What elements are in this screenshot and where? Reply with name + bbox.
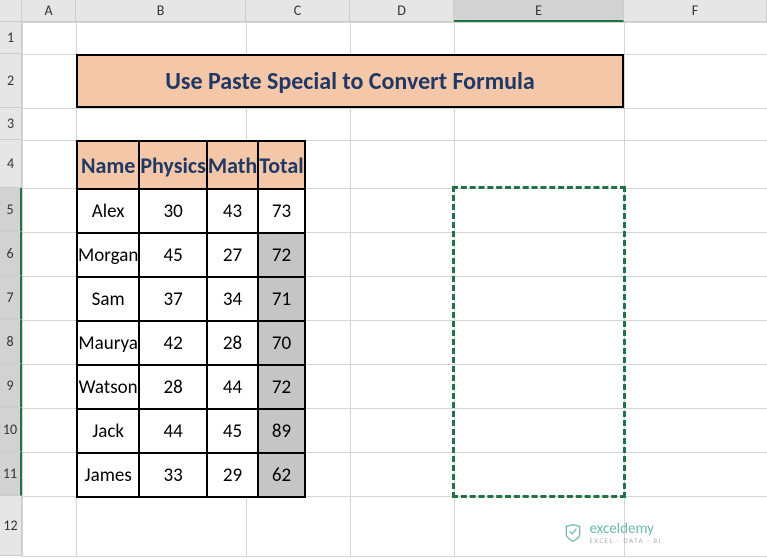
watermark-sub: EXCEL · DATA · BI (589, 537, 662, 544)
cell[interactable]: Sam (77, 277, 139, 321)
row-header-5[interactable]: 5 (0, 188, 22, 232)
watermark: exceldemy EXCEL · DATA · BI (563, 522, 662, 544)
column-header-b[interactable]: B (76, 0, 246, 22)
cell[interactable]: 28 (139, 365, 207, 409)
cell[interactable]: 30 (139, 189, 207, 233)
cell[interactable]: Maurya (77, 321, 139, 365)
column-header-c[interactable]: C (246, 0, 350, 22)
table-header-math[interactable]: Math (207, 141, 258, 189)
cell[interactable]: 44 (207, 365, 258, 409)
row-header-7[interactable]: 7 (0, 276, 22, 320)
table-header-total[interactable]: Total (258, 141, 305, 189)
cell[interactable]: 37 (139, 277, 207, 321)
row-header-6[interactable]: 6 (0, 232, 22, 276)
page-title: Use Paste Special to Convert Formula (76, 54, 624, 108)
cell[interactable]: 71 (258, 277, 305, 321)
cell[interactable]: 72 (258, 233, 305, 277)
cell[interactable]: Morgan (77, 233, 139, 277)
row-header-3[interactable]: 3 (0, 108, 22, 140)
cell[interactable]: 70 (258, 321, 305, 365)
cell[interactable]: 45 (139, 233, 207, 277)
column-headers: ABCDEF (22, 0, 767, 22)
cell[interactable]: 43 (207, 189, 258, 233)
row-header-9[interactable]: 9 (0, 364, 22, 408)
cell[interactable]: 27 (207, 233, 258, 277)
row-header-8[interactable]: 8 (0, 320, 22, 364)
cell[interactable]: James (77, 453, 139, 497)
cell[interactable]: 44 (139, 409, 207, 453)
cell[interactable]: 73 (258, 189, 305, 233)
table-header-physics[interactable]: Physics (139, 141, 207, 189)
column-header-f[interactable]: F (624, 0, 767, 22)
cell[interactable]: Alex (77, 189, 139, 233)
row-headers: 123456789101112 (0, 22, 22, 556)
cell[interactable]: 42 (139, 321, 207, 365)
row-header-1[interactable]: 1 (0, 22, 22, 54)
table-header-name[interactable]: Name (77, 141, 139, 189)
row-header-2[interactable]: 2 (0, 54, 22, 108)
spreadsheet-viewport: ABCDEF 123456789101112 Use Paste Special… (0, 0, 767, 559)
cell[interactable]: 89 (258, 409, 305, 453)
cell[interactable]: 34 (207, 277, 258, 321)
row-header-4[interactable]: 4 (0, 140, 22, 188)
watermark-text: exceldemy (589, 522, 662, 537)
cell[interactable]: 62 (258, 453, 305, 497)
column-header-e[interactable]: E (454, 0, 624, 22)
select-all-corner[interactable] (0, 0, 22, 22)
cell[interactable]: 28 (207, 321, 258, 365)
row-header-11[interactable]: 11 (0, 452, 22, 496)
logo-icon (563, 523, 583, 543)
column-header-d[interactable]: D (350, 0, 454, 22)
column-header-a[interactable]: A (22, 0, 76, 22)
cell[interactable]: 45 (207, 409, 258, 453)
row-header-12[interactable]: 12 (0, 496, 22, 556)
row-header-10[interactable]: 10 (0, 408, 22, 452)
cell[interactable]: 72 (258, 365, 305, 409)
cell[interactable]: Jack (77, 409, 139, 453)
cell[interactable]: Watson (77, 365, 139, 409)
cell[interactable]: 33 (139, 453, 207, 497)
cell[interactable]: 29 (207, 453, 258, 497)
